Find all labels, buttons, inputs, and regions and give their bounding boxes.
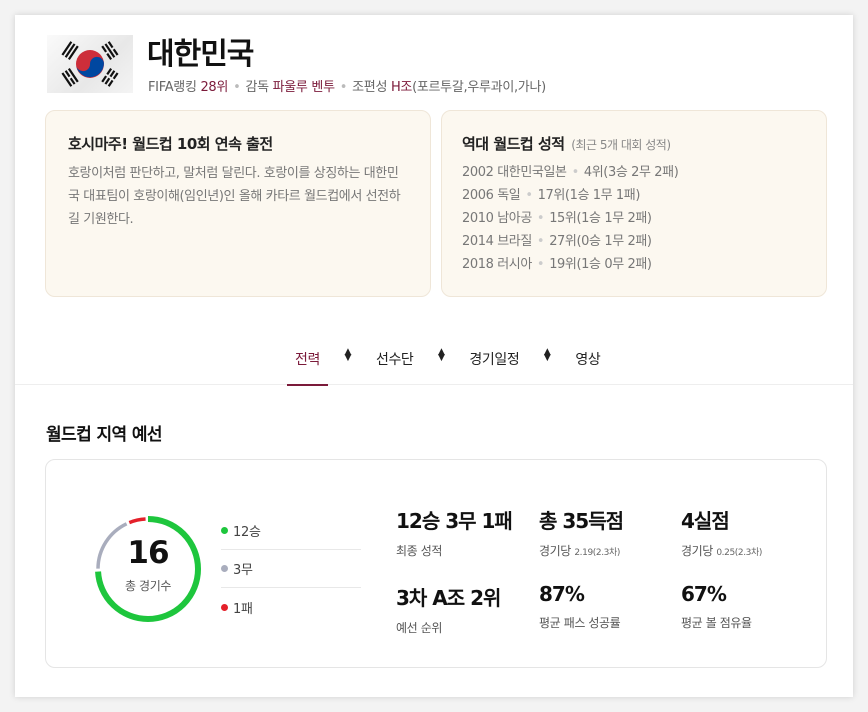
stat-label: 경기당 2.19(2.3차) (539, 542, 623, 559)
tab-separator-icon: ▲ ▼ (344, 347, 352, 363)
stat-final-record: 12승 3무 1패 최종 성적 (396, 505, 513, 559)
stat-pass-success: 87% 평균 패스 성공률 (539, 582, 621, 631)
team-card: 대한민국 FIFA랭킹 28위 • 감독 파울루 벤투 • 조편성 H조(포르투갈,우루… (15, 15, 853, 697)
history-item: 2006 독일 • 17위(1승 1무 1패) (462, 184, 806, 207)
history-result: 15위(1승 1무 2패) (549, 211, 652, 226)
stat-qualifier-rank: 3차 A조 2위 예선 순위 (396, 582, 501, 636)
tab-video[interactable]: 영상 (567, 343, 608, 385)
separator-dot: • (339, 80, 348, 95)
history-title: 역대 월드컵 성적 (최근 5개 대회 성적) (462, 133, 806, 154)
tab-separator-icon: ▲ ▼ (543, 347, 551, 363)
stat-value: 12승 3무 1패 (396, 509, 513, 533)
total-games-label: 총 경기수 (125, 579, 171, 593)
intro-description: 호랑이처럼 판단하고, 말처럼 달린다. 호랑이를 상징하는 대한민국 대표팀이… (68, 166, 401, 227)
qualifier-stats-box: 16 총 경기수 12승 3무 1패 12승 3무 1패 최종 성적 총 35득… (45, 459, 827, 668)
stat-value: 67% (681, 582, 727, 606)
history-result: 19위(1승 0무 2패) (549, 257, 652, 272)
stat-label: 예선 순위 (396, 619, 500, 636)
separator-dot: • (536, 257, 545, 272)
history-box: 역대 월드컵 성적 (최근 5개 대회 성적) 2002 대한민국일본 • 4위(3… (441, 110, 827, 297)
history-item: 2014 브라질 • 27위(0승 1무 2패) (462, 230, 806, 253)
record-legend: 12승 3무 1패 (221, 512, 361, 626)
stat-label: 평균 볼 점유율 (681, 614, 752, 631)
legend-dot-wins (221, 527, 228, 534)
stat-label-text: 평균 패스 성공률 (539, 616, 621, 630)
separator-dot: • (536, 234, 545, 249)
history-subtitle: (최근 5개 대회 성적) (571, 138, 671, 152)
group-teams: (포르투갈,우루과이,가나) (412, 80, 546, 95)
group-name: H조 (390, 80, 413, 95)
separator-dot: • (233, 80, 241, 95)
tab-separator-icon: ▲ ▼ (437, 347, 445, 363)
stat-value: 4실점 (681, 509, 730, 533)
legend-dot-draws (221, 565, 228, 572)
total-games-value: 16 (127, 535, 169, 571)
stat-label: 최종 성적 (396, 542, 512, 559)
intro-title: 호시마주! 월드컵 10회 연속 출전 (68, 135, 273, 153)
history-result: 27위(0승 1무 2패) (549, 234, 652, 249)
history-result: 17위(1승 1무 1패) (537, 188, 641, 203)
history-item: 2018 러시아 • 19위(1승 0무 2패) (462, 253, 806, 276)
stat-possession: 67% 평균 볼 점유율 (681, 582, 752, 631)
separator-dot: • (536, 211, 545, 226)
stat-label-text: 평균 볼 점유율 (681, 616, 752, 630)
history-event: 2006 독일 (462, 188, 521, 203)
stat-label-text: 경기당 (539, 544, 571, 558)
stat-label: 경기당 0.25(2.3차) (681, 542, 762, 559)
stat-note: 0.25(2.3차) (716, 548, 762, 558)
fifa-rank-label: FIFA랭킹 (148, 80, 197, 95)
separator-dot: • (525, 188, 533, 203)
legend-label: 12승 (233, 525, 261, 540)
legend-label: 3무 (233, 563, 253, 578)
tab-bar: 전력 ▲ ▼ 선수단 ▲ ▼ 경기일정 ▲ ▼ 영상 (15, 343, 853, 386)
stat-value: 87% (539, 582, 585, 606)
coach-label: 감독 (245, 80, 269, 95)
stat-note: 2.19(2.3차) (574, 548, 620, 558)
stat-label-text: 경기당 (681, 544, 713, 558)
group-label: 조편성 (352, 80, 388, 95)
history-event: 2018 러시아 (462, 257, 532, 272)
history-event: 2014 브라질 (462, 234, 532, 249)
tab-stats[interactable]: 전력 (287, 343, 328, 386)
legend-wins: 12승 (221, 512, 361, 550)
stat-label-text: 최종 성적 (396, 544, 442, 558)
history-list: 2002 대한민국일본 • 4위(3승 2무 2패) 2006 독일 • 17위(1승 … (462, 161, 806, 276)
team-meta: FIFA랭킹 28위 • 감독 파울루 벤투 • 조편성 H조(포르투갈,우루과이,가나… (148, 76, 546, 95)
history-event: 2010 남아공 (462, 211, 532, 226)
korea-flag-image (47, 35, 133, 93)
legend-draws: 3무 (221, 550, 361, 588)
stat-value: 총 35득점 (539, 509, 624, 533)
history-item: 2002 대한민국일본 • 4위(3승 2무 2패) (462, 161, 806, 184)
legend-dot-losses (221, 603, 228, 611)
history-item: 2010 남아공 • 15위(1승 1무 2패) (462, 207, 806, 230)
stat-label: 평균 패스 성공률 (539, 614, 621, 631)
tab-schedule[interactable]: 경기일정 (461, 343, 527, 385)
separator-dot: • (571, 165, 580, 180)
legend-losses: 1패 (221, 588, 361, 626)
stat-goals-scored: 총 35득점 경기당 2.19(2.3차) (539, 505, 624, 559)
team-name: 대한민국 (147, 37, 254, 72)
coach-name: 파울루 벤투 (272, 80, 335, 95)
stat-label-text: 예선 순위 (396, 621, 442, 635)
history-title-text: 역대 월드컵 성적 (462, 135, 565, 153)
history-result: 4위(3승 2무 2패) (583, 165, 679, 180)
intro-box: 호시마주! 월드컵 10회 연속 출전 호랑이처럼 판단하고, 말처럼 달린다.… (45, 110, 431, 297)
section-title: 월드컵 지역 예선 (46, 425, 163, 445)
fifa-rank-value: 28위 (200, 80, 229, 95)
stat-goals-conceded: 4실점 경기당 0.25(2.3차) (681, 505, 762, 559)
stat-value: 3차 A조 2위 (396, 586, 501, 610)
legend-label: 1패 (233, 601, 253, 617)
history-event: 2002 대한민국일본 (462, 165, 567, 180)
tab-squad[interactable]: 선수단 (368, 343, 421, 385)
